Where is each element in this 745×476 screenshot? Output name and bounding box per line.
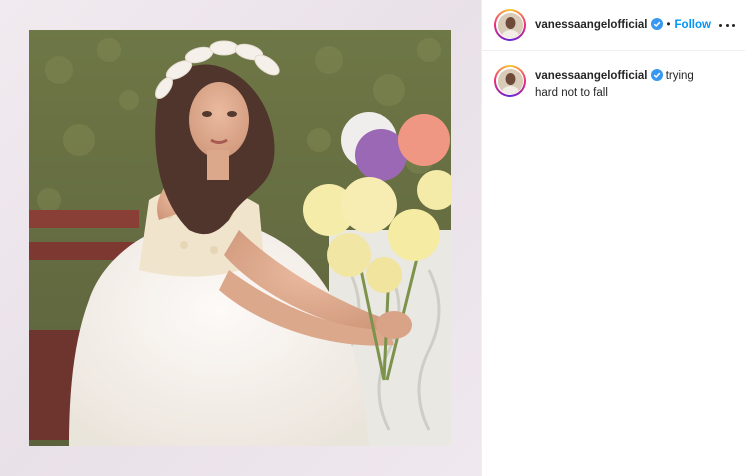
post-photo[interactable] bbox=[29, 30, 451, 446]
verified-badge-icon bbox=[650, 17, 663, 33]
caption-avatar[interactable] bbox=[494, 65, 526, 97]
header-username-text[interactable]: vanessaangelofficial bbox=[535, 19, 648, 31]
caption-body: vanessaangelofficial trying hard not to … bbox=[535, 69, 715, 101]
post-media[interactable] bbox=[0, 0, 481, 476]
avatar-picture-icon bbox=[497, 12, 523, 38]
caption-avatar-image bbox=[497, 68, 523, 94]
caption-avatar-inner bbox=[496, 67, 524, 95]
avatar-inner bbox=[496, 11, 524, 39]
header-separator: • bbox=[666, 19, 671, 31]
avatar-image bbox=[497, 12, 523, 38]
bride-photo-illustration bbox=[29, 30, 451, 446]
caption-verified-badge-icon bbox=[650, 69, 663, 86]
post-sidebar: vanessaangelofficial • Follow vanessaang… bbox=[481, 0, 745, 476]
avatar[interactable] bbox=[494, 9, 526, 41]
caption-username[interactable]: vanessaangelofficial bbox=[535, 70, 648, 82]
header-username[interactable]: vanessaangelofficial bbox=[535, 17, 663, 33]
post-caption: vanessaangelofficial trying hard not to … bbox=[482, 51, 745, 101]
more-options-icon[interactable] bbox=[719, 14, 735, 36]
follow-button[interactable]: Follow bbox=[675, 19, 711, 31]
caption-avatar-picture-icon bbox=[497, 68, 523, 94]
post-header: vanessaangelofficial • Follow bbox=[482, 0, 745, 51]
instagram-post: vanessaangelofficial • Follow vanessaang… bbox=[0, 0, 745, 476]
